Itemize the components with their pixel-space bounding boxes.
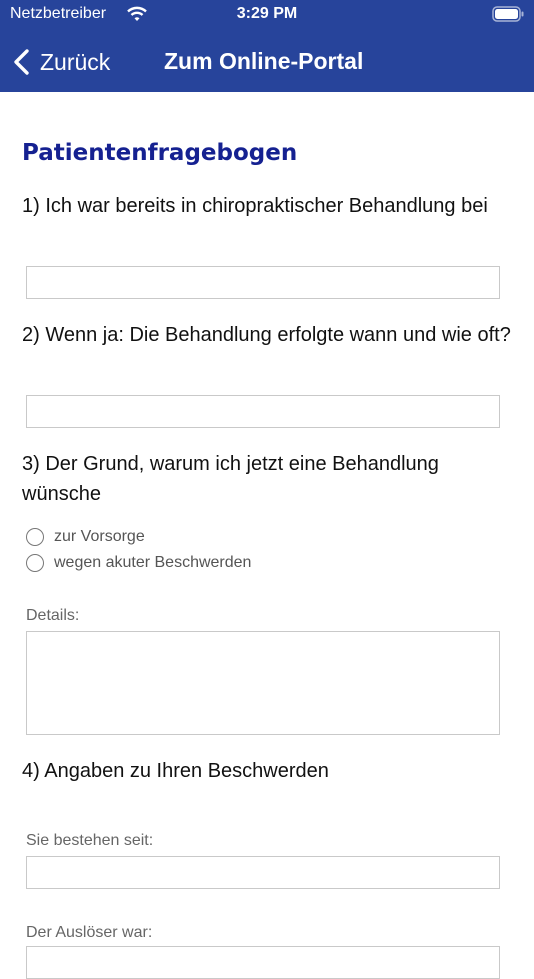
radio-label: zur Vorsorge: [54, 528, 145, 545]
top-bar: Netzbetreiber 3:29 PM Zurück Zum Online-…: [0, 0, 534, 92]
trigger-input[interactable]: [26, 946, 500, 979]
page-title: Patientenfragebogen: [22, 140, 298, 166]
radio-label: wegen akuter Beschwerden: [54, 554, 252, 571]
radio-circle-icon[interactable]: [26, 528, 44, 546]
question-1: 1) Ich war bereits in chiropraktischer B…: [22, 195, 488, 217]
back-button[interactable]: Zurück: [12, 44, 110, 80]
clock: 3:29 PM: [236, 5, 298, 22]
trigger-label: Der Auslöser war:: [26, 924, 153, 941]
chevron-left-icon: [14, 49, 29, 75]
radio-circle-icon[interactable]: [26, 554, 44, 572]
nav-title[interactable]: Zum Online-Portal: [164, 48, 363, 75]
question-2-input[interactable]: [26, 395, 500, 428]
question-3: 3) Der Grund, warum ich jetzt eine Behan…: [22, 453, 439, 505]
navigation-bar: Zurück Zum Online-Portal: [0, 42, 534, 82]
question-4: 4) Angaben zu Ihren Beschwerden: [22, 760, 329, 782]
question-1-input[interactable]: [26, 266, 500, 299]
radio-vorsorge[interactable]: zur Vorsorge: [26, 525, 145, 549]
battery-icon: [492, 6, 524, 22]
details-label: Details:: [26, 607, 80, 624]
back-label: Zurück: [40, 48, 111, 75]
question-2: 2) Wenn ja: Die Behandlung erfolgte wann…: [22, 324, 511, 346]
status-bar: Netzbetreiber 3:29 PM: [0, 0, 534, 30]
details-textarea[interactable]: [26, 631, 500, 735]
since-label: Sie bestehen seit:: [26, 832, 154, 849]
radio-akute-beschwerden[interactable]: wegen akuter Beschwerden: [26, 551, 251, 575]
since-input[interactable]: [26, 856, 500, 889]
